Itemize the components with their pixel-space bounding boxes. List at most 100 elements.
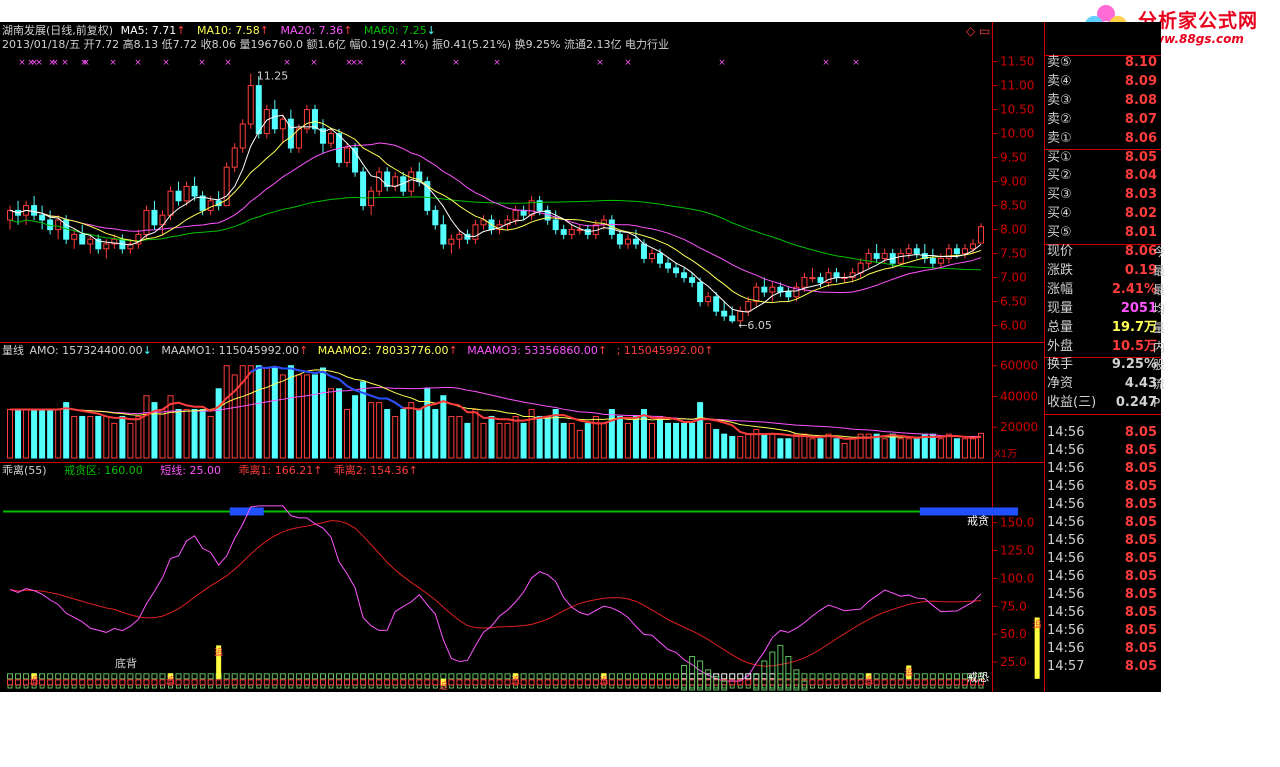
base-cell bbox=[537, 684, 543, 689]
signal-cell bbox=[424, 673, 431, 680]
volume-unit-label: X1万 bbox=[994, 449, 1017, 460]
candle bbox=[295, 128, 302, 149]
signal-cell bbox=[376, 673, 383, 680]
base-cell bbox=[569, 684, 575, 689]
candle bbox=[392, 176, 399, 187]
base-cell bbox=[593, 684, 599, 689]
signal-cell bbox=[897, 673, 904, 680]
base-cell bbox=[23, 684, 29, 689]
window-controls[interactable]: ◇ ▭ bbox=[966, 24, 990, 38]
red-signal-cell bbox=[665, 679, 672, 686]
base-cell bbox=[296, 684, 302, 689]
candle bbox=[344, 147, 351, 163]
signal-cell bbox=[929, 673, 936, 680]
signal-cell bbox=[544, 673, 551, 680]
stat-5-clipped: 内 bbox=[1153, 339, 1166, 354]
candle bbox=[833, 272, 840, 279]
maamo1-label: MAAMO1: 115045992.00 bbox=[161, 344, 300, 357]
volume-bar bbox=[665, 422, 672, 459]
candle bbox=[689, 277, 696, 283]
volume-bar bbox=[376, 402, 383, 459]
red-signal-cell bbox=[640, 679, 647, 686]
volume-bar bbox=[392, 415, 399, 459]
buy-signal-label: 追 bbox=[30, 674, 39, 686]
tick-time: 14:56 bbox=[1047, 551, 1085, 566]
red-signal-cell bbox=[697, 679, 704, 686]
tick-price: 8.05 bbox=[1124, 551, 1157, 566]
volume-bar bbox=[143, 395, 150, 459]
red-signal-cell bbox=[657, 679, 664, 686]
volume-bar bbox=[825, 433, 832, 459]
red-signal-cell bbox=[199, 679, 206, 686]
base-cell bbox=[87, 684, 93, 689]
sell-level-2-value: 8.07 bbox=[1124, 111, 1157, 127]
base-cell bbox=[713, 684, 719, 689]
base-cell bbox=[906, 684, 912, 689]
base-cell bbox=[328, 684, 334, 689]
red-signal-cell bbox=[384, 679, 391, 686]
tick-time: 14:56 bbox=[1047, 641, 1085, 656]
base-cell bbox=[922, 684, 928, 689]
candle bbox=[271, 109, 278, 130]
base-cell bbox=[63, 684, 69, 689]
signal-cell bbox=[552, 673, 559, 680]
stat-6-clipped: 股 bbox=[1153, 358, 1166, 373]
panel-divider bbox=[1045, 413, 1161, 415]
base-cell bbox=[585, 684, 591, 689]
buy-level-4-label: 买④ bbox=[1047, 206, 1072, 222]
red-signal-cell bbox=[881, 679, 888, 686]
candle bbox=[239, 123, 246, 149]
volume-header: 量线 AMO: 157324400.00↓ MAAMO1: 115045992.… bbox=[2, 344, 714, 357]
price-tick-label: 8.00 bbox=[1000, 223, 1027, 237]
base-cell bbox=[200, 684, 206, 689]
base-cell bbox=[464, 684, 470, 689]
red-signal-cell bbox=[921, 679, 928, 686]
red-signal-cell bbox=[648, 679, 655, 686]
candle bbox=[79, 233, 86, 245]
signal-cell bbox=[480, 673, 487, 680]
red-signal-cell bbox=[424, 679, 431, 686]
volume-bar bbox=[616, 415, 623, 459]
candle bbox=[624, 238, 631, 245]
candle bbox=[969, 243, 976, 250]
volume-bar bbox=[111, 422, 118, 459]
red-signal-cell bbox=[39, 679, 46, 686]
buy-level-3-label: 买③ bbox=[1047, 187, 1072, 203]
candle bbox=[7, 209, 14, 221]
base-cell bbox=[472, 684, 478, 689]
volume-bar bbox=[689, 422, 696, 459]
red-signal-cell bbox=[777, 679, 784, 686]
signal-marker: × bbox=[596, 58, 604, 68]
signal-marker: × bbox=[82, 58, 90, 68]
volume-bar bbox=[793, 433, 800, 459]
base-cell bbox=[617, 684, 623, 689]
volume-bar bbox=[408, 402, 415, 459]
red-signal-cell bbox=[552, 679, 559, 686]
buy-level-1-value: 8.05 bbox=[1124, 149, 1157, 165]
base-cell bbox=[127, 684, 133, 689]
price-tick-label: 6.50 bbox=[1000, 295, 1027, 309]
base-cell bbox=[785, 684, 791, 689]
bottom-divergence-label: 底背 bbox=[115, 656, 137, 670]
signal-cell bbox=[657, 673, 664, 680]
volume-bar bbox=[336, 388, 343, 459]
base-cell bbox=[737, 684, 743, 689]
tick-price: 8.05 bbox=[1124, 641, 1157, 656]
stat-5-label: 外盘 bbox=[1047, 338, 1074, 354]
volume-bar bbox=[488, 415, 495, 459]
red-signal-cell bbox=[608, 679, 615, 686]
base-cell bbox=[480, 684, 486, 689]
base-cell bbox=[95, 684, 101, 689]
signal-cell bbox=[825, 673, 832, 680]
volume-bar bbox=[945, 433, 952, 459]
signal-cell bbox=[737, 673, 744, 680]
volume-bar bbox=[576, 429, 583, 459]
red-signal-cell bbox=[63, 679, 70, 686]
red-signal-cell bbox=[616, 679, 623, 686]
volume-bar bbox=[881, 438, 888, 459]
greed-label: 戒贪 bbox=[967, 514, 989, 528]
tick-price: 8.05 bbox=[1124, 605, 1157, 620]
volume-bar bbox=[23, 409, 30, 459]
base-cell bbox=[858, 684, 864, 689]
base-cell bbox=[272, 684, 278, 689]
